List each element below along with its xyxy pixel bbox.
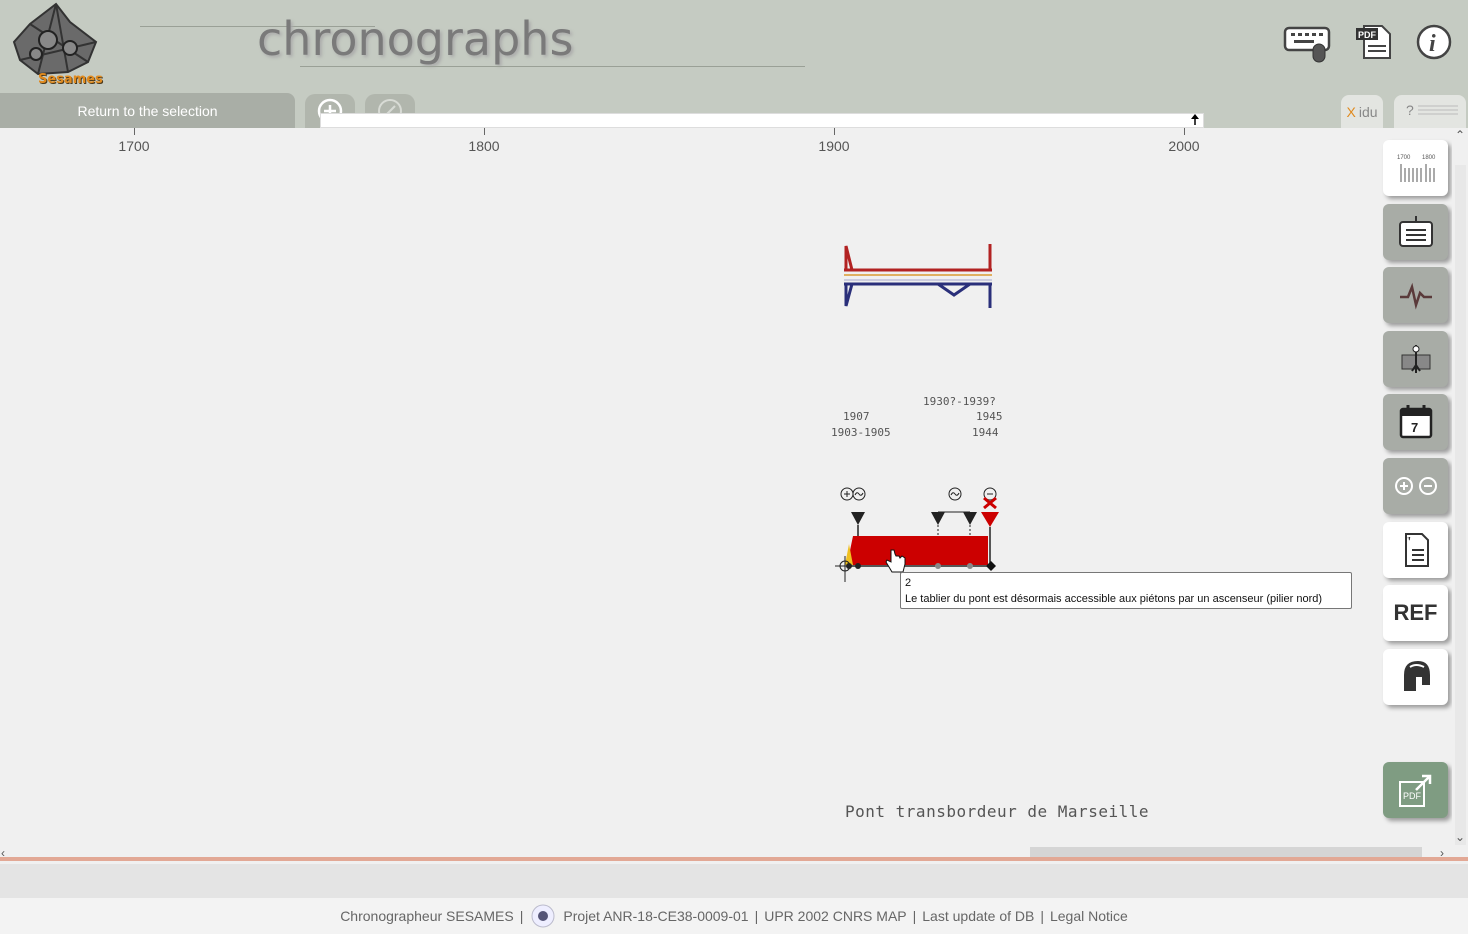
date-label: 1944 [972, 426, 999, 439]
zoom-in-out-icon [1394, 477, 1437, 495]
svg-text:i: i [1429, 31, 1436, 57]
footer-project: Projet ANR-18-CE38-0009-01 [563, 908, 749, 924]
footer-lab: UPR 2002 CNRS MAP [764, 908, 907, 924]
mini-axis-label: 1800 [1422, 155, 1436, 161]
time-range-slider[interactable] [320, 113, 1204, 128]
vertical-scroll-track[interactable] [1455, 165, 1466, 845]
footer-separator: | [912, 908, 917, 924]
axis-tick [134, 128, 135, 135]
footer-separator: | [519, 908, 524, 924]
pdf-export-button[interactable]: PDF [1383, 762, 1448, 818]
axis-tick [834, 128, 835, 135]
tooltip-text: Le tablier du pont est désormais accessi… [905, 593, 1323, 605]
chronograph-caption: Pont transbordeur de Marseille [845, 802, 1149, 821]
helmet-icon [1403, 661, 1430, 691]
axis-label: 1900 [818, 138, 850, 154]
quote-document-button[interactable]: " [1383, 522, 1448, 578]
activity-button[interactable] [1383, 267, 1448, 323]
timeline-scale-button[interactable]: 1700 1800 [1383, 140, 1448, 196]
footer-separator: | [1040, 908, 1044, 924]
title-decor-line [300, 66, 805, 67]
clipboard-icon [1398, 216, 1433, 247]
footer: Chronographeur SESAMES | Projet ANR-18-C… [0, 898, 1468, 934]
idu-tab[interactable]: X idu [1341, 95, 1383, 128]
scroll-up-icon[interactable]: ⌃ [1455, 128, 1465, 142]
slider-handle-arrow-icon[interactable] [321, 114, 1203, 127]
menu-lines-icon [1418, 105, 1458, 115]
date-label: 1930?-1939? [923, 395, 996, 408]
scroll-down-icon[interactable]: ⌄ [1455, 830, 1465, 844]
return-to-selection-button[interactable]: Return to the selection [0, 93, 295, 128]
calendar-button[interactable]: 7 [1383, 394, 1448, 450]
tooltip-number: 2 [905, 577, 912, 589]
idu-close-mark: X [1346, 103, 1356, 120]
document-quote-icon: " [1404, 533, 1429, 567]
axis-tick [1184, 128, 1185, 135]
footer-band [0, 864, 1468, 898]
axis-label: 2000 [1168, 138, 1200, 154]
svg-text:": " [1404, 535, 1412, 550]
svg-text:PDF: PDF [1358, 30, 1377, 40]
helmet-button[interactable] [1383, 649, 1448, 705]
timeline-scale-icon: 1700 1800 [1397, 155, 1436, 182]
references-button[interactable]: REF [1383, 585, 1448, 641]
pdf-icon[interactable]: PDF [1354, 22, 1400, 64]
logo-text: Sesames [38, 72, 103, 87]
idu-label: idu [1358, 103, 1378, 120]
ruler-icon [1401, 345, 1430, 373]
last-update-link[interactable]: Last update of DB [922, 908, 1034, 924]
event-chronograph[interactable] [825, 484, 1010, 584]
date-label: 1907 [843, 410, 870, 423]
notes-button[interactable] [1383, 204, 1448, 260]
summary-graph [844, 244, 992, 308]
event-tooltip: 2 Le tablier du pont est désormais acces… [900, 572, 1352, 609]
measure-button[interactable] [1383, 331, 1448, 387]
zoom-button[interactable] [1383, 458, 1448, 514]
info-icon[interactable]: i [1414, 22, 1460, 64]
pdf-export-icon: PDF [1398, 774, 1431, 807]
date-label: 1903-1905 [831, 426, 891, 439]
legal-notice-link[interactable]: Legal Notice [1050, 908, 1128, 924]
date-label: 1945 [976, 410, 1003, 423]
anr-logo-icon [531, 904, 555, 928]
mini-axis-label: 1700 [1397, 155, 1411, 161]
horizontal-scroll-thumb[interactable] [1030, 847, 1422, 857]
calendar-day: 7 [1411, 420, 1418, 435]
axis-tick [484, 128, 485, 135]
page-title: chronographs [257, 12, 574, 66]
footer-separator: | [754, 908, 759, 924]
horizontal-scrollbar[interactable] [0, 857, 1468, 861]
axis-label: 1800 [468, 138, 500, 154]
axis-label: 1700 [118, 138, 150, 154]
svg-text:PDF: PDF [1403, 791, 1422, 801]
calendar-icon: 7 [1399, 405, 1432, 439]
keyboard-mouse-icon[interactable] [1283, 22, 1331, 64]
help-tab[interactable]: ? [1394, 95, 1466, 128]
pulse-icon [1399, 282, 1432, 310]
help-label: ? [1406, 102, 1414, 118]
footer-app-name: Chronographeur SESAMES [340, 908, 514, 924]
